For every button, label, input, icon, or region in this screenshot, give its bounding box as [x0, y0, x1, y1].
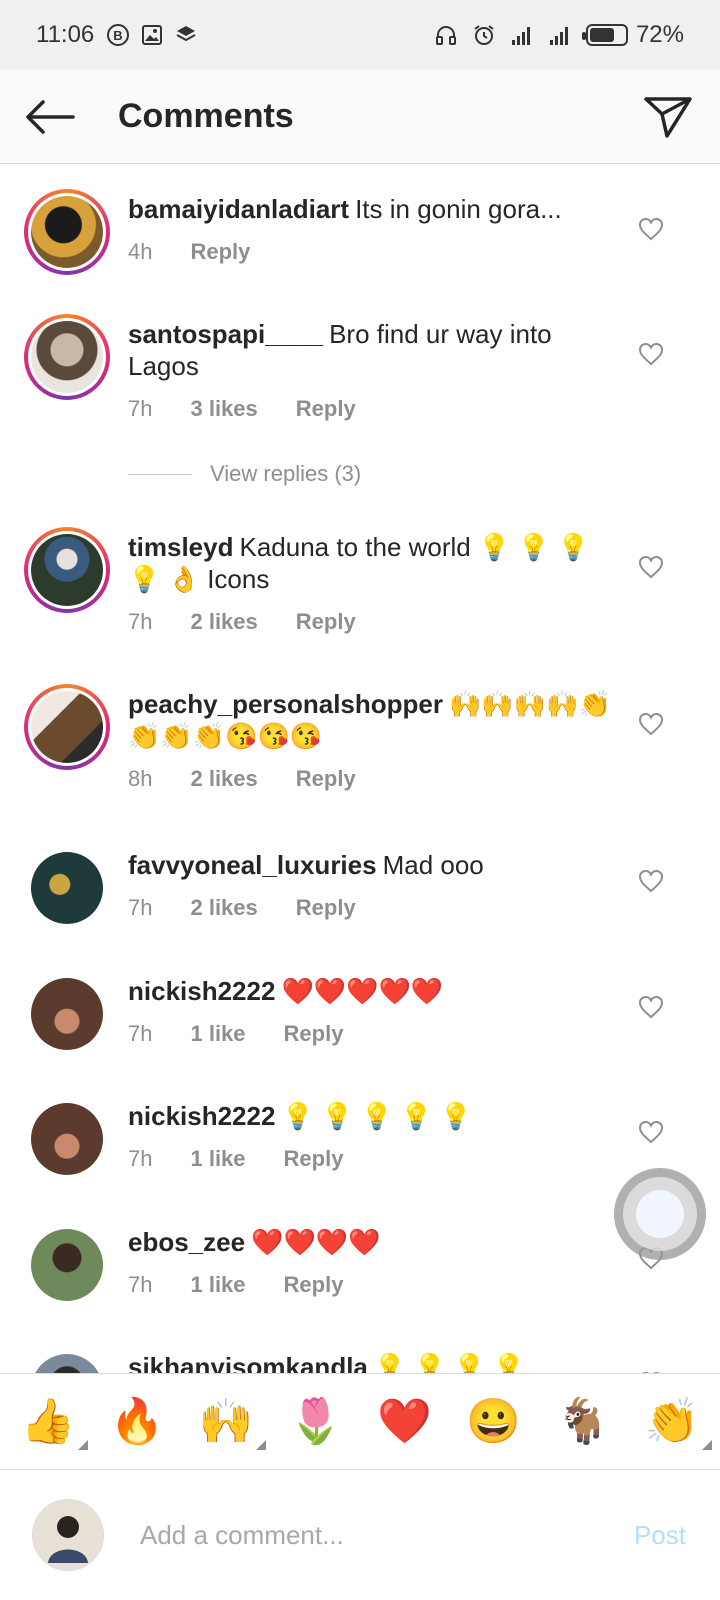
comment-likes[interactable]: 3 likes	[190, 396, 257, 422]
comment-text: Mad ooo	[382, 850, 484, 880]
comment-input[interactable]	[140, 1519, 580, 1551]
reply-button[interactable]: Reply	[284, 1272, 344, 1298]
comment-likes[interactable]: 1 like	[190, 1021, 245, 1047]
battery-icon	[581, 24, 628, 46]
alarm-icon	[474, 25, 494, 45]
comment-username[interactable]: nickish2222	[128, 976, 275, 1006]
user-photo-icon	[48, 1516, 88, 1563]
comment-likes[interactable]: 1 like	[190, 1272, 245, 1298]
reply-button[interactable]: Reply	[284, 1021, 344, 1047]
comment-username[interactable]: nickish2222	[128, 1101, 275, 1131]
goat-emoji-button[interactable]: 🐐	[553, 1392, 613, 1452]
like-heart-icon[interactable]	[638, 869, 664, 893]
comment-text: 💡 💡 💡 💡 💡	[281, 1101, 473, 1131]
comment-composer: Post	[0, 1469, 720, 1600]
comment-username[interactable]: ebos_zee	[128, 1227, 245, 1257]
comment-username[interactable]: peachy_personalshopper	[128, 689, 443, 719]
assistive-touch-button[interactable]	[614, 1168, 706, 1260]
comment-time: 7h	[128, 609, 153, 634]
comment-username[interactable]: sikhanyisomkandla	[128, 1352, 368, 1373]
avatar[interactable]	[24, 1096, 110, 1182]
comment-time: 7h	[128, 1272, 153, 1297]
battery-indicator: 72%	[581, 21, 684, 49]
signal-icon-2	[549, 27, 568, 45]
heart-emoji-button[interactable]: ❤️	[375, 1392, 435, 1452]
avatar[interactable]	[24, 314, 110, 400]
view-replies-button[interactable]: View replies (3)	[128, 461, 361, 487]
like-heart-icon[interactable]	[638, 712, 664, 736]
divider	[128, 473, 192, 475]
avatar[interactable]	[24, 1222, 110, 1308]
like-heart-icon[interactable]	[638, 217, 664, 241]
comments-list[interactable]: bamaiyidanladiart Its in gonin gora... 4h…	[0, 165, 720, 1373]
battery-percent: 72%	[635, 21, 684, 48]
comment-text: Its in gonin gora...	[355, 194, 562, 224]
like-heart-icon[interactable]	[638, 995, 664, 1019]
comment-time: 7h	[128, 1146, 153, 1171]
comment-time: 7h	[128, 1021, 153, 1046]
raised-hands-emoji-button[interactable]: 🙌	[196, 1392, 267, 1452]
comment-likes[interactable]: 1 like	[190, 1146, 245, 1172]
comment-username[interactable]: timsleyd	[128, 532, 234, 562]
back-button[interactable]	[0, 70, 100, 164]
like-heart-icon[interactable]	[638, 555, 664, 579]
avatar[interactable]	[24, 845, 110, 931]
avatar[interactable]	[24, 971, 110, 1057]
status-bar: 11:06 B 72%	[0, 0, 720, 70]
share-button[interactable]	[616, 70, 720, 164]
reply-button[interactable]: Reply	[296, 895, 356, 921]
back-arrow-icon	[26, 99, 75, 134]
avatar	[32, 1499, 104, 1571]
reply-button[interactable]: Reply	[296, 396, 356, 422]
comment-username[interactable]: favvyoneal_luxuries	[128, 850, 377, 880]
clapping-emoji-button[interactable]: 👏	[642, 1392, 712, 1452]
reply-button[interactable]: Reply	[296, 609, 356, 635]
avatar[interactable]	[24, 1347, 110, 1373]
comment-text: 💡 💡 💡 💡	[373, 1352, 526, 1373]
comment-time: 8h	[128, 766, 153, 791]
comment-text: ❤️❤️❤️❤️❤️	[281, 976, 444, 1006]
comment-likes[interactable]: 2 likes	[190, 895, 257, 921]
comments-header: Comments	[0, 70, 720, 164]
gallery-icon	[142, 25, 163, 45]
comment-time: 4h	[128, 239, 153, 264]
like-heart-icon[interactable]	[638, 342, 664, 366]
page-title: Comments	[118, 97, 294, 135]
comment-text: ❤️❤️❤️❤️	[251, 1227, 381, 1257]
layers-icon	[176, 26, 196, 42]
comment-username[interactable]: bamaiyidanladiart	[128, 194, 349, 224]
send-icon	[644, 96, 692, 138]
thumbs-up-emoji-button[interactable]: 👍	[18, 1392, 88, 1452]
status-time: 11:06	[36, 21, 95, 48]
comment-likes[interactable]: 2 likes	[190, 766, 257, 792]
svg-text:B: B	[114, 28, 123, 43]
tulip-emoji-button[interactable]: 🌷	[285, 1392, 345, 1452]
reply-button[interactable]: Reply	[284, 1146, 344, 1172]
reply-button[interactable]: Reply	[190, 239, 250, 265]
post-button[interactable]: Post	[634, 1520, 686, 1551]
avatar[interactable]	[24, 684, 110, 770]
comment-likes[interactable]: 2 likes	[190, 609, 257, 635]
grinning-emoji-button[interactable]: 😀	[464, 1392, 524, 1452]
comment-username[interactable]: santospapi____	[128, 319, 323, 349]
like-heart-icon[interactable]	[638, 1120, 664, 1144]
reply-button[interactable]: Reply	[296, 766, 356, 792]
comment-time: 7h	[128, 396, 153, 421]
avatar[interactable]	[24, 527, 110, 613]
b-badge-icon: B	[107, 24, 130, 46]
headset-icon	[435, 26, 456, 45]
comment-time: 7h	[128, 895, 153, 920]
signal-icon	[511, 27, 530, 45]
quick-emoji-bar: 👍 🔥 🙌 🌷 ❤️ 😀 🐐 👏	[0, 1373, 720, 1469]
fire-emoji-button[interactable]: 🔥	[107, 1392, 167, 1452]
view-replies-label: View replies (3)	[210, 461, 362, 486]
avatar[interactable]	[24, 189, 110, 275]
